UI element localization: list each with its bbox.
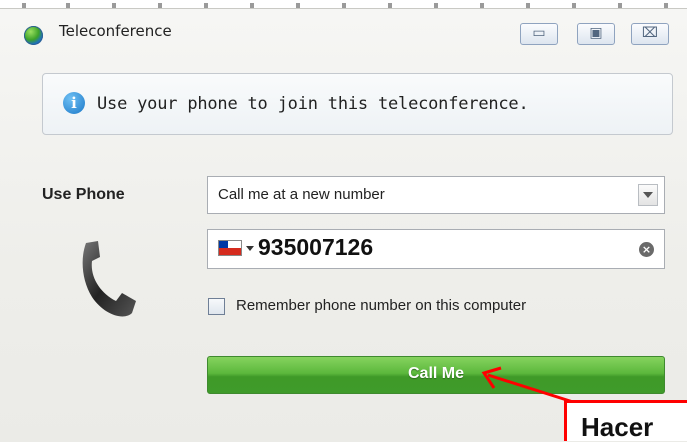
teleconference-window: Teleconference ▭ ▣ ⌧ i Use your phone to… [0,8,687,442]
dropdown-arrow-icon[interactable] [638,184,658,206]
remember-number-label[interactable]: Remember phone number on this computer [236,297,526,314]
country-dropdown-caret-icon[interactable] [246,246,254,251]
clear-icon[interactable]: × [639,242,654,257]
close-button[interactable]: ⌧ [631,23,669,45]
minimize-icon: ▭ [532,25,546,41]
annotation-callout: Hacer [564,400,687,441]
call-me-button[interactable]: Call Me [207,356,665,394]
info-banner: i Use your phone to join this teleconfer… [42,73,673,135]
close-icon: ⌧ [641,25,659,41]
call-me-label: Call Me [407,365,464,382]
annotation-text: Hacer [581,412,654,441]
info-icon: i [63,92,85,114]
minimize-button[interactable]: ▭ [520,23,558,45]
maximize-button[interactable]: ▣ [577,23,615,45]
chile-flag-icon[interactable] [218,240,242,256]
phone-handset-icon [82,241,136,317]
window-title: Teleconference [59,22,172,40]
info-text: Use your phone to join this teleconferen… [97,94,529,114]
phone-number-value[interactable]: 935007126 [258,234,373,261]
maximize-icon: ▣ [589,25,603,41]
remember-number-checkbox[interactable] [208,298,225,315]
app-globe-icon [24,26,43,45]
use-phone-label: Use Phone [42,186,125,203]
call-option-select[interactable]: Call me at a new number [207,176,665,214]
phone-number-field[interactable]: 935007126 × [207,229,665,269]
title-bar[interactable]: Teleconference ▭ ▣ ⌧ [0,9,687,53]
call-option-value: Call me at a new number [218,186,385,203]
